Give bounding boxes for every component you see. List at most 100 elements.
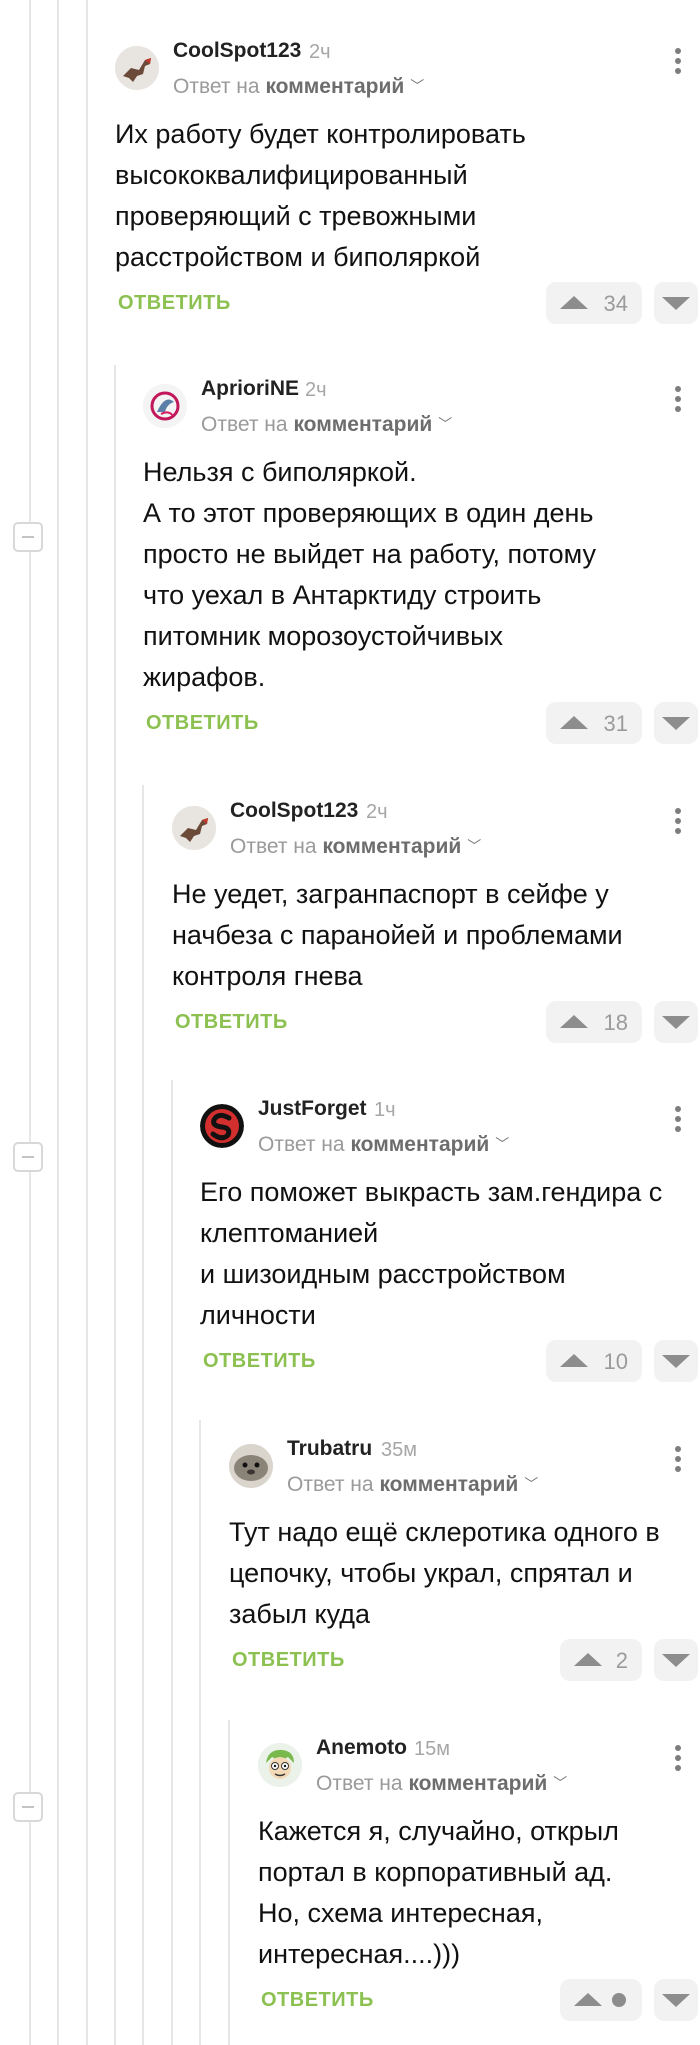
arrow-down-icon xyxy=(662,1654,690,1667)
thread-line xyxy=(142,785,144,2045)
comment-header: AprioriNE 2ч Ответ на комментарий ﹀ xyxy=(143,372,700,440)
chevron-down-icon: ﹀ xyxy=(524,1476,539,1492)
collapse-thread-button[interactable] xyxy=(13,522,43,552)
reply-to[interactable]: Ответ на комментарий ﹀ xyxy=(287,1473,538,1497)
reply-to[interactable]: Ответ на комментарий ﹀ xyxy=(230,835,481,859)
arrow-down-icon xyxy=(662,1016,690,1029)
collapse-thread-button[interactable] xyxy=(13,1142,43,1172)
vote-count: 31 xyxy=(603,711,628,736)
comment-footer: ОТВЕТИТЬ 10 xyxy=(200,1340,700,1384)
timestamp: 35м xyxy=(381,1439,417,1461)
username[interactable]: Anemoto xyxy=(316,1736,407,1760)
username[interactable]: AprioriNE xyxy=(201,377,299,401)
comment: CoolSpot123 2ч Ответ на комментарий ﹀ Не … xyxy=(172,794,700,1045)
more-options-icon[interactable] xyxy=(666,1741,690,1777)
arrow-up-icon xyxy=(560,716,588,729)
thread-line xyxy=(171,1080,173,2045)
comment-text: Не уедет, загранпаспорт в сейфе у начбез… xyxy=(172,879,623,991)
cartoon-face-avatar[interactable] xyxy=(258,1743,302,1787)
reply-button[interactable]: ОТВЕТИТЬ xyxy=(203,1350,316,1373)
more-options-icon[interactable] xyxy=(666,1102,690,1138)
username[interactable]: Trubatru xyxy=(287,1437,372,1461)
chevron-down-icon: ﹀ xyxy=(438,416,453,432)
dinosaur-avatar[interactable] xyxy=(115,46,159,90)
collapse-thread-button[interactable] xyxy=(13,1792,43,1822)
thread-line xyxy=(86,0,88,2045)
upvote-button[interactable]: 2 xyxy=(560,1639,642,1681)
reply-button[interactable]: ОТВЕТИТЬ xyxy=(175,1011,288,1034)
timestamp: 15м xyxy=(414,1738,450,1760)
comment: Trubatru 35м Ответ на комментарий ﹀ Тут н… xyxy=(229,1432,700,1683)
comment-header: JustForget 1ч Ответ на комментарий ﹀ xyxy=(200,1092,700,1160)
chevron-down-icon: ﹀ xyxy=(410,78,425,94)
reply-to[interactable]: Ответ на комментарий ﹀ xyxy=(201,413,452,437)
red-s-logo-avatar[interactable] xyxy=(200,1104,244,1148)
username[interactable]: CoolSpot123 xyxy=(230,799,358,823)
username[interactable]: JustForget xyxy=(258,1097,367,1121)
reply-to[interactable]: Ответ на комментарий ﹀ xyxy=(173,75,424,99)
reply-button[interactable]: ОТВЕТИТЬ xyxy=(146,712,259,735)
arrow-down-icon xyxy=(662,1355,690,1368)
downvote-button[interactable] xyxy=(654,702,698,744)
downvote-button[interactable] xyxy=(654,1001,698,1043)
comment-text: Тут надо ещё склеротика одного в цепочку… xyxy=(229,1517,660,1629)
chevron-down-icon: ﹀ xyxy=(467,838,482,854)
arrow-up-icon xyxy=(574,1653,602,1666)
upvote-button[interactable]: 18 xyxy=(546,1001,642,1043)
arrow-up-icon xyxy=(560,296,588,309)
comment-text: Кажется я, случайно, открыл портал в кор… xyxy=(258,1816,619,1969)
comment-header: Trubatru 35м Ответ на комментарий ﹀ xyxy=(229,1432,700,1500)
vote-count: 10 xyxy=(603,1349,628,1374)
upvote-button[interactable]: 31 xyxy=(546,702,642,744)
reply-button[interactable]: ОТВЕТИТЬ xyxy=(261,1989,374,2012)
chevron-down-icon: ﹀ xyxy=(553,1775,568,1791)
more-options-icon[interactable] xyxy=(666,382,690,418)
upvote-button[interactable]: 10 xyxy=(546,1340,642,1382)
comment-footer: ОТВЕТИТЬ 34 xyxy=(115,282,700,326)
timestamp: 2ч xyxy=(366,801,388,823)
downvote-button[interactable] xyxy=(654,1979,698,2021)
comment-footer: ОТВЕТИТЬ 31 xyxy=(143,702,700,746)
thread-line xyxy=(29,0,31,2045)
upvote-button[interactable]: 34 xyxy=(546,282,642,324)
arrow-down-icon xyxy=(662,297,690,310)
timestamp: 1ч xyxy=(374,1099,396,1121)
vote-count: 18 xyxy=(603,1010,628,1035)
comment: AprioriNE 2ч Ответ на комментарий ﹀ Нельз… xyxy=(143,372,700,746)
downvote-button[interactable] xyxy=(654,1340,698,1382)
comment-header: CoolSpot123 2ч Ответ на комментарий ﹀ xyxy=(115,34,700,102)
thread-line xyxy=(199,1420,201,2045)
comment-text: Их работу будет контролировать высококва… xyxy=(115,119,526,272)
vote-hidden-dot-icon xyxy=(612,1993,626,2007)
more-options-icon[interactable] xyxy=(666,1442,690,1478)
username[interactable]: CoolSpot123 xyxy=(173,39,301,63)
comment-header: CoolSpot123 2ч Ответ на комментарий ﹀ xyxy=(172,794,700,862)
timestamp: 2ч xyxy=(309,41,331,63)
comment-text: Его поможет выкрасть зам.гендира с клепт… xyxy=(200,1177,663,1330)
more-options-icon[interactable] xyxy=(666,804,690,840)
reply-to[interactable]: Ответ на комментарий ﹀ xyxy=(258,1133,509,1157)
comment-header: Anemoto 15м Ответ на комментарий ﹀ xyxy=(258,1731,700,1799)
comment: JustForget 1ч Ответ на комментарий ﹀ Его … xyxy=(200,1092,700,1384)
upvote-button[interactable] xyxy=(560,1979,642,2021)
downvote-button[interactable] xyxy=(654,1639,698,1681)
comment-footer: ОТВЕТИТЬ 18 xyxy=(172,1001,700,1045)
comment-text: Нельзя с биполяркой. А то этот проверяющ… xyxy=(143,457,597,692)
reply-to[interactable]: Ответ на комментарий ﹀ xyxy=(316,1772,567,1796)
arrow-up-icon xyxy=(560,1015,588,1028)
chevron-down-icon: ﹀ xyxy=(495,1136,510,1152)
more-options-icon[interactable] xyxy=(666,44,690,80)
arrow-up-icon xyxy=(560,1354,588,1367)
dinosaur-avatar[interactable] xyxy=(172,806,216,850)
thread-line xyxy=(114,365,116,2045)
vote-count: 34 xyxy=(603,291,628,316)
reply-button[interactable]: ОТВЕТИТЬ xyxy=(232,1649,345,1672)
reply-button[interactable]: ОТВЕТИТЬ xyxy=(118,292,231,315)
downvote-button[interactable] xyxy=(654,282,698,324)
dragon-logo-avatar[interactable] xyxy=(143,384,187,428)
thread-line xyxy=(228,1720,230,2045)
seal-avatar[interactable] xyxy=(229,1444,273,1488)
timestamp: 2ч xyxy=(305,379,327,401)
comment-footer: ОТВЕТИТЬ xyxy=(258,1979,700,2023)
arrow-up-icon xyxy=(574,1993,602,2006)
